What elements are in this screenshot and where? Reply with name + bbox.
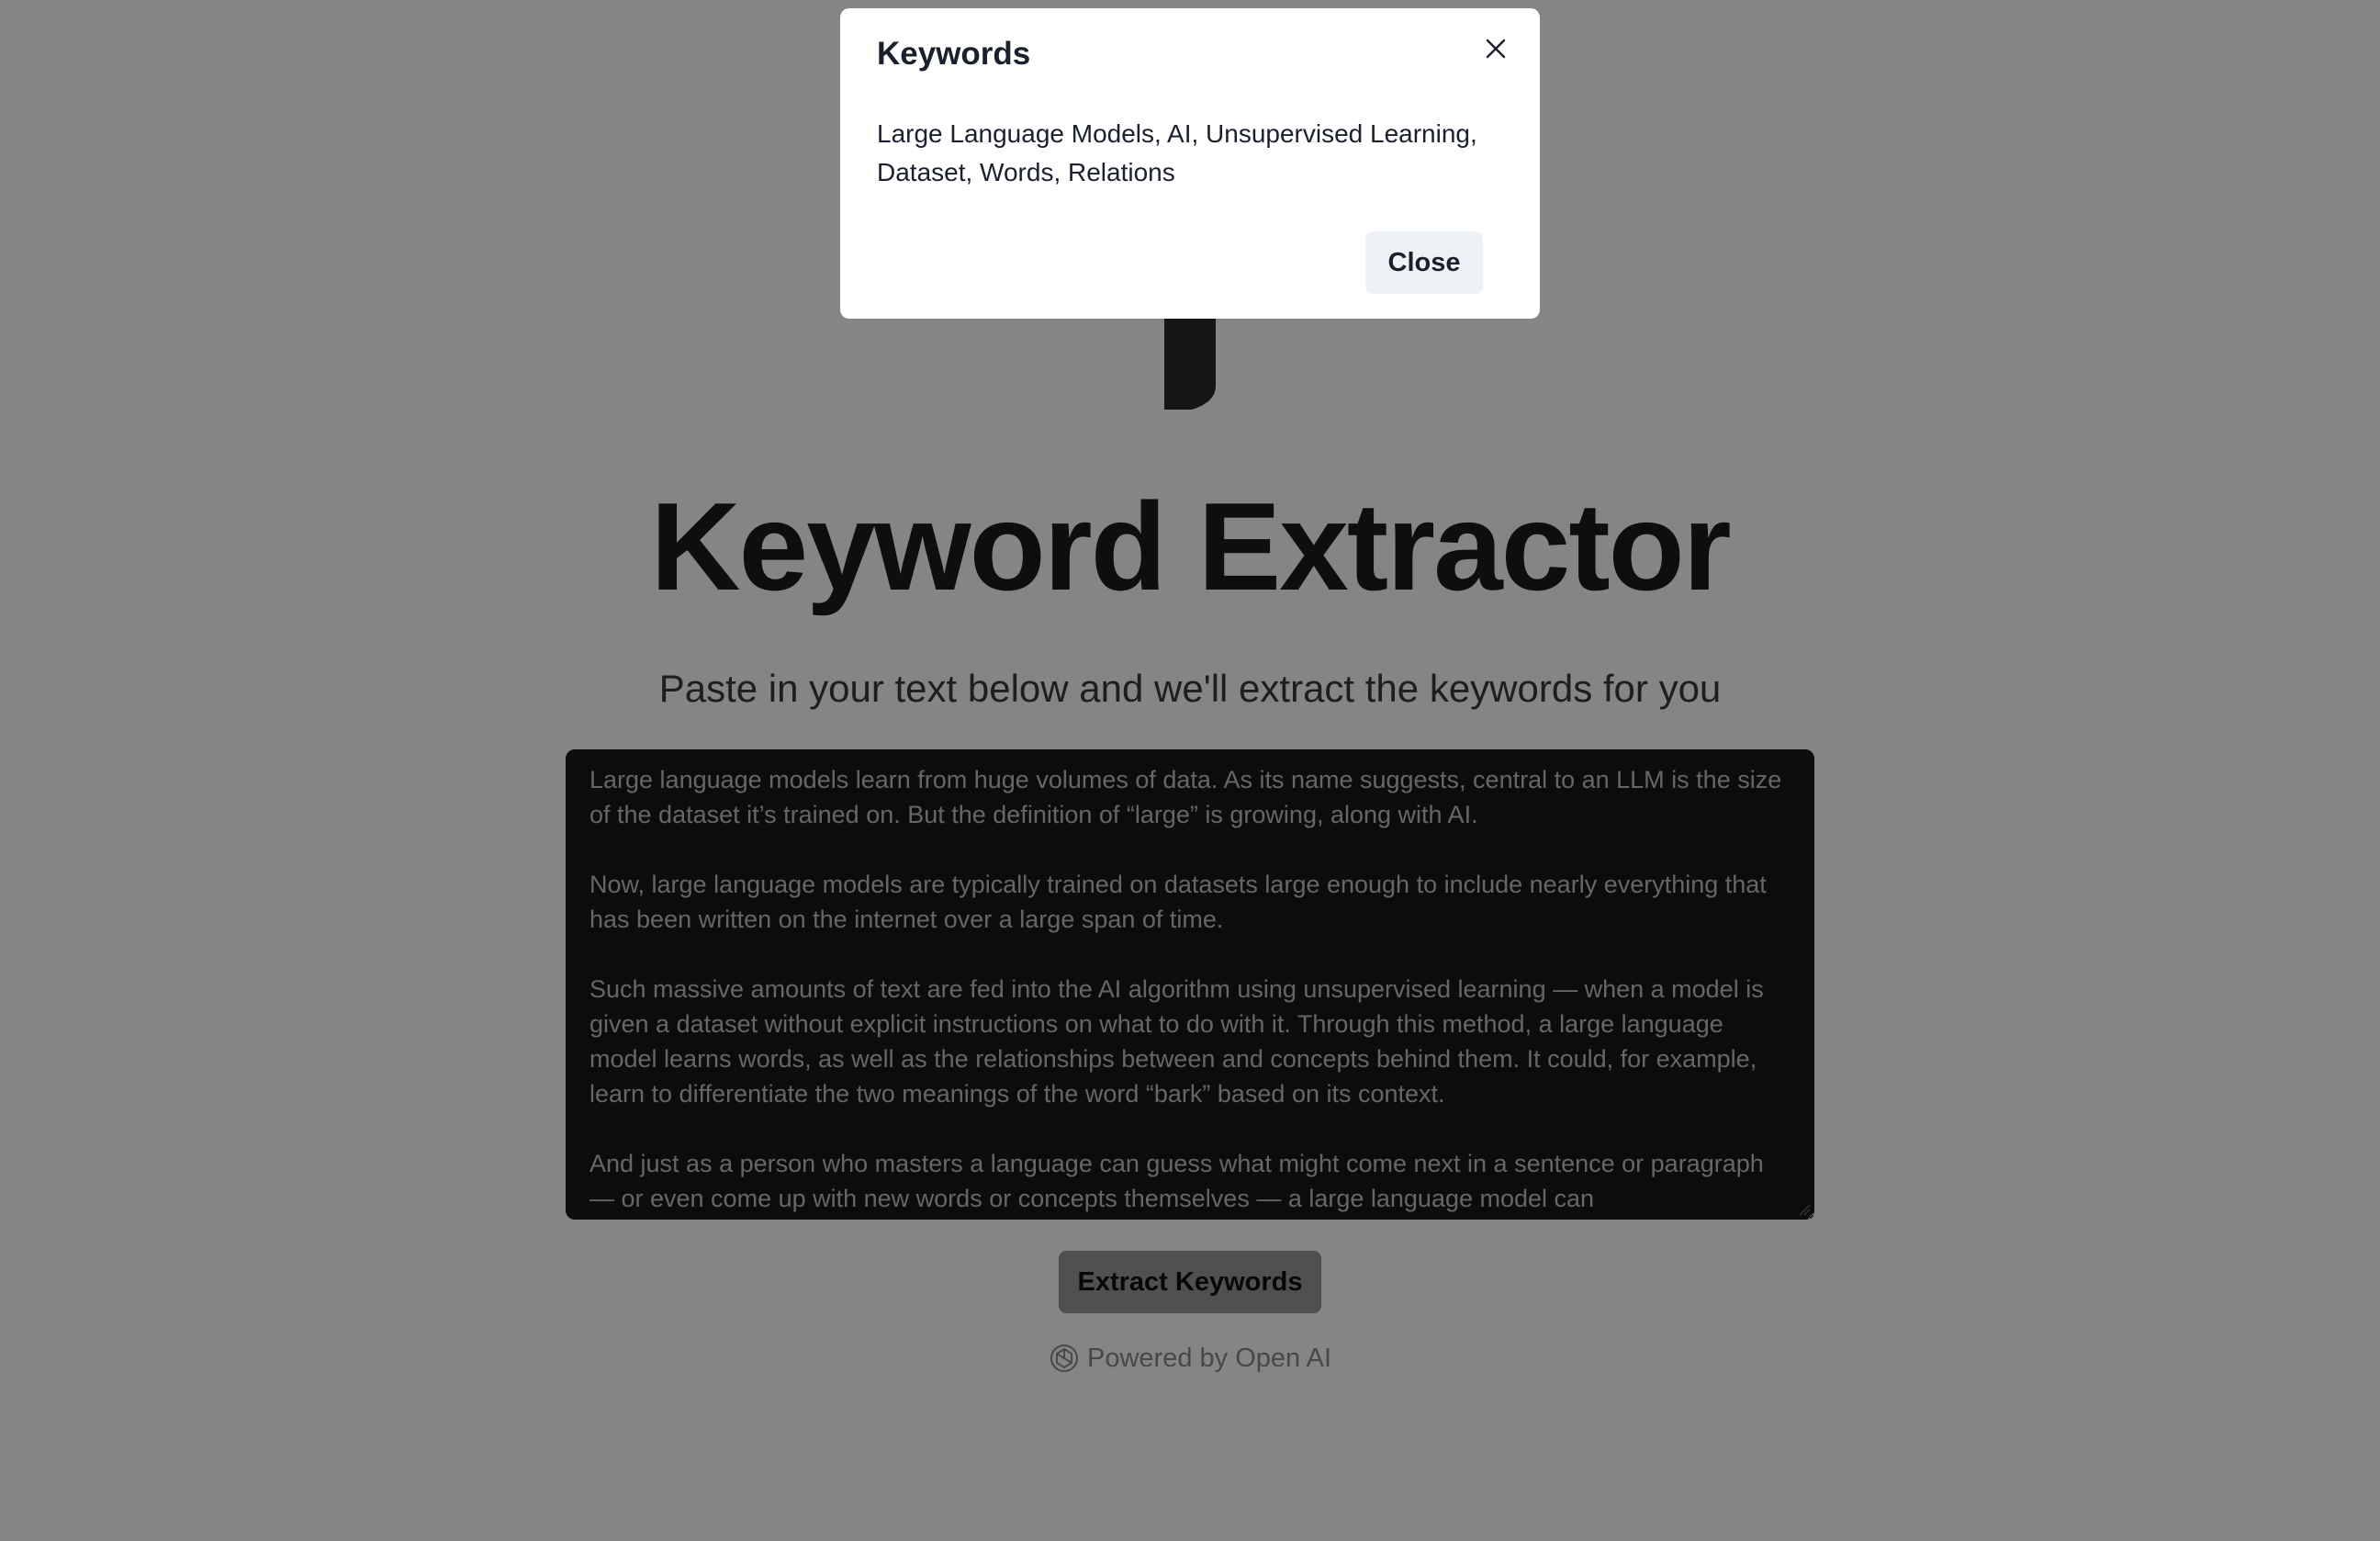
page: Keyword Extractor Paste in your text bel… [0, 0, 2380, 1541]
close-icon[interactable] [1477, 30, 1514, 67]
keywords-modal: Keywords Large Language Models, AI, Unsu… [840, 8, 1540, 319]
close-button[interactable]: Close [1365, 231, 1483, 294]
close-x-glyph [1486, 39, 1506, 59]
keywords-list: Large Language Models, AI, Unsupervised … [877, 119, 1477, 186]
modal-title: Keywords [877, 36, 1031, 72]
